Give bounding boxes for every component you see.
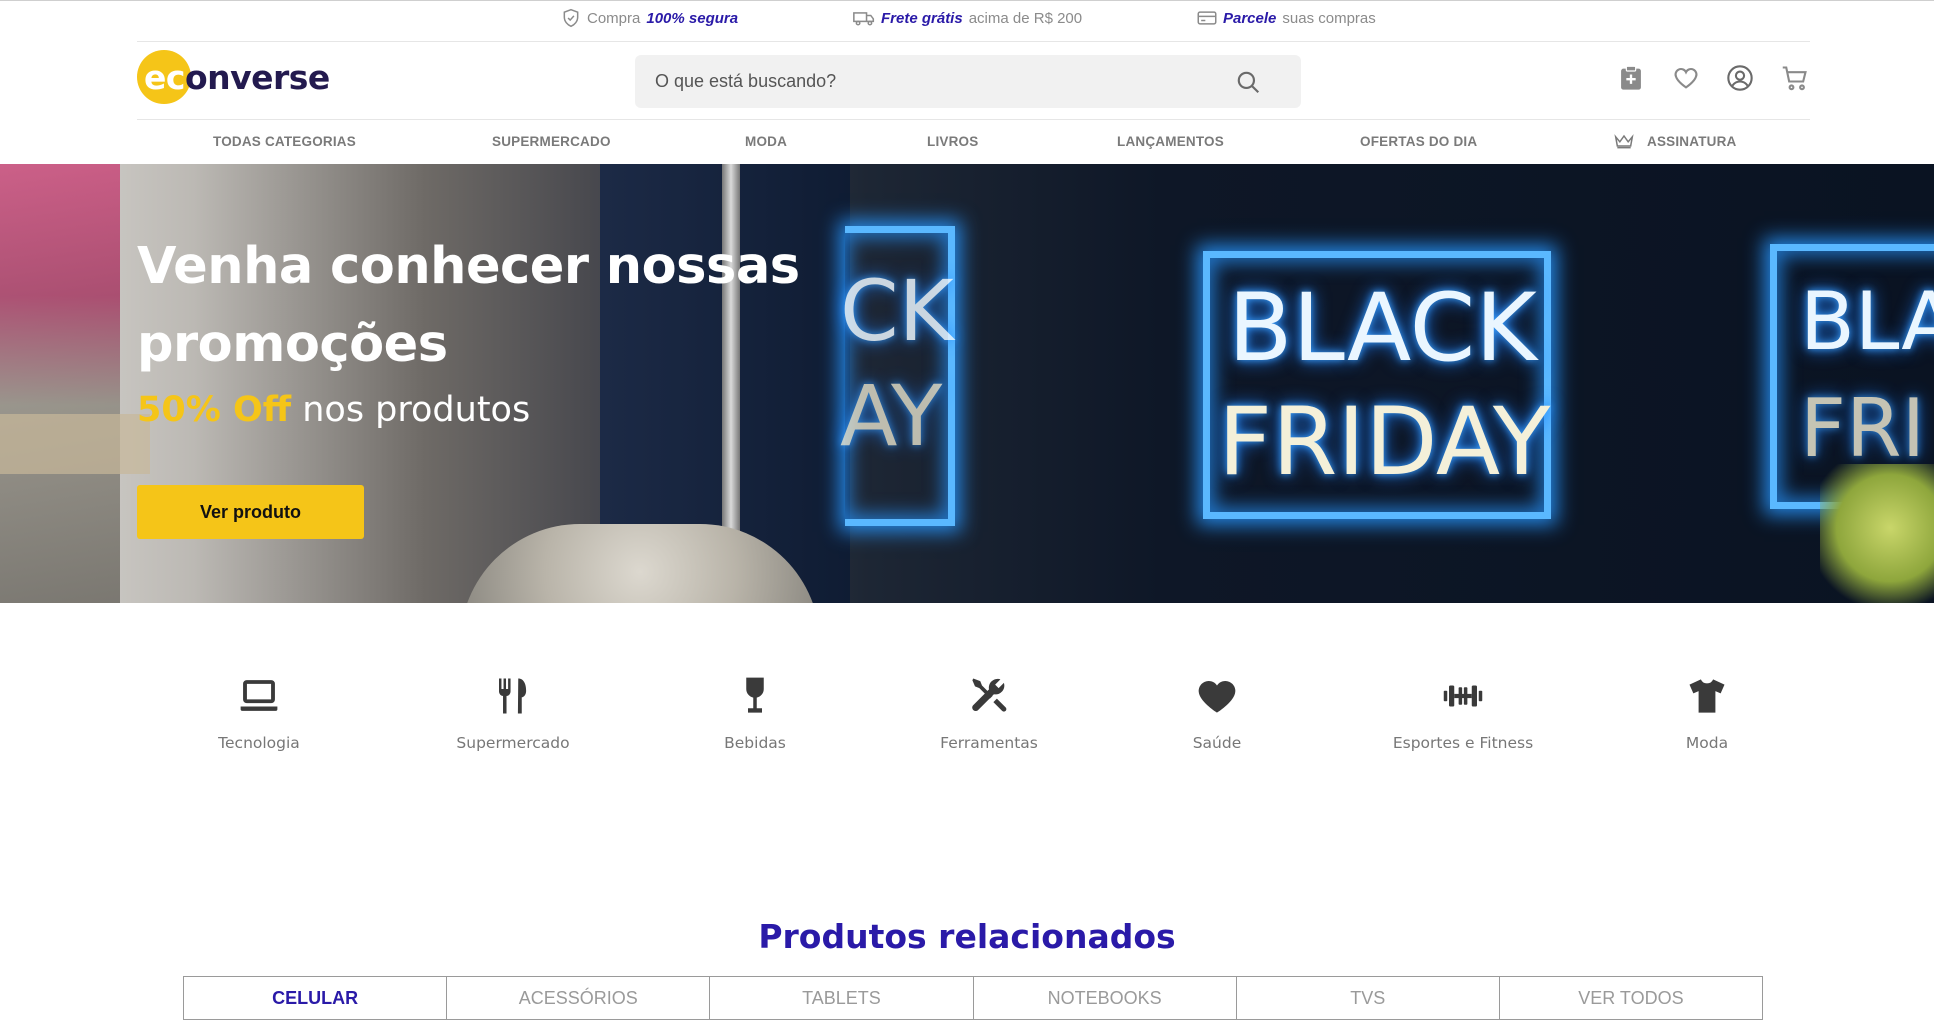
category-label: Esportes e Fitness	[1392, 734, 1534, 752]
nav-item-subscription[interactable]: ASSINATURA	[1647, 134, 1737, 149]
nav-item-all-categories[interactable]: TODAS CATEGORIAS	[213, 134, 356, 149]
reflected-sign-text-1: CK	[840, 262, 954, 360]
laptop-icon	[240, 680, 278, 711]
tab-ver-todos[interactable]: VER TODOS	[1498, 976, 1764, 1020]
shield-check-icon	[563, 8, 579, 28]
category-drinks[interactable]: Bebidas	[655, 670, 855, 752]
tab-celular[interactable]: CELULAR	[183, 976, 448, 1020]
neon-black-text: BLACK	[1228, 274, 1537, 383]
dumbbell-icon	[1443, 685, 1483, 707]
shipping-suffix: acima de R$ 200	[968, 9, 1083, 27]
search-icon[interactable]	[1235, 69, 1261, 95]
related-products-title: Produtos relacionados	[758, 917, 1176, 956]
category-label: Ferramentas	[940, 734, 1038, 752]
wine-glass-icon	[746, 677, 764, 713]
tab-tvs[interactable]: TVS	[1235, 976, 1500, 1020]
logo-ec: ec	[144, 58, 185, 97]
tab-tablets[interactable]: TABLETS	[709, 976, 974, 1020]
secure-highlight: 100% segura	[646, 9, 739, 27]
secure-prefix: Compra	[587, 9, 641, 27]
view-product-button[interactable]: Ver produto	[137, 485, 364, 539]
nav-item-books[interactable]: LIVROS	[927, 134, 978, 149]
partial-sign-text-2: FRI	[1800, 382, 1926, 475]
category-fashion[interactable]: Moda	[1607, 670, 1807, 752]
user-account-icon[interactable]	[1726, 64, 1754, 92]
reflected-sign-text-2: AY	[840, 367, 943, 465]
neon-friday-text: FRIDAY	[1218, 388, 1551, 497]
logo-text: econverse	[137, 58, 330, 97]
category-health[interactable]: Saúde	[1117, 670, 1317, 752]
nav-item-fashion[interactable]: MODA	[745, 134, 787, 149]
category-tools[interactable]: Ferramentas	[889, 670, 1089, 752]
installments-info: Parcele suas compras	[1197, 0, 1376, 36]
category-label: Tecnologia	[218, 734, 300, 752]
nav-item-supermarket[interactable]: SUPERMERCADO	[492, 134, 611, 149]
nav-item-daily-offers[interactable]: OFERTAS DO DIA	[1360, 134, 1477, 149]
hero-title: Venha conhecer nossas promoções	[137, 237, 800, 374]
heart-icon	[1198, 680, 1236, 713]
secure-purchase-info: Compra 100% segura	[561, 0, 738, 36]
nav-item-launches[interactable]: LANÇAMENTOS	[1117, 134, 1224, 149]
econverse-logo[interactable]: econverse	[137, 50, 330, 105]
logo-rest: onverse	[184, 58, 330, 97]
category-label: Supermercado	[456, 734, 570, 752]
top-info-bar-inner: Compra 100% segura Frete grátis acima de…	[137, 0, 1810, 42]
main-navigation: TODAS CATEGORIAS SUPERMERCADO MODA LIVRO…	[0, 120, 1934, 164]
shopping-cart-icon[interactable]	[1781, 64, 1809, 92]
truck-icon	[853, 12, 875, 26]
shipping-highlight: Frete grátis	[881, 9, 963, 27]
search-input[interactable]	[655, 71, 1215, 92]
category-technology[interactable]: Tecnologia	[159, 670, 359, 752]
hero-subtitle: 50% Off nos produtos	[137, 390, 530, 430]
category-sports-fitness[interactable]: Esportes e Fitness	[1363, 670, 1563, 752]
category-label: Moda	[1685, 734, 1729, 752]
credit-card-icon	[1197, 11, 1217, 25]
tools-icon	[972, 678, 1007, 712]
hero-subtitle-rest: nos produtos	[302, 390, 531, 430]
crown-icon	[1614, 134, 1634, 149]
hero-bg-wall	[0, 164, 120, 603]
installments-highlight: Parcele	[1223, 9, 1277, 27]
partial-sign-text-1: BLA	[1800, 275, 1934, 368]
top-info-bar: Compra 100% segura Frete grátis acima de…	[0, 0, 1934, 42]
tab-notebooks[interactable]: NOTEBOOKS	[972, 976, 1237, 1020]
tab-acessorios[interactable]: ACESSÓRIOS	[446, 976, 711, 1020]
related-products-tabs: CELULAR ACESSÓRIOS TABLETS NOTEBOOKS TVS…	[183, 976, 1764, 1020]
wishlist-heart-icon[interactable]	[1672, 64, 1700, 92]
hero-discount: 50% Off	[137, 390, 292, 430]
free-shipping-info: Frete grátis acima de R$ 200	[853, 0, 1082, 36]
search-bar	[635, 55, 1301, 108]
category-supermarket[interactable]: Supermercado	[413, 670, 613, 752]
installments-suffix: suas compras	[1282, 9, 1376, 27]
orders-clipboard-icon[interactable]	[1617, 64, 1645, 92]
decorative-plant	[1820, 464, 1934, 603]
hero-bg-shelf	[0, 414, 150, 474]
fork-knife-icon	[498, 678, 527, 714]
category-label: Saúde	[1192, 734, 1242, 752]
tshirt-icon	[1689, 679, 1725, 713]
category-label: Bebidas	[724, 734, 786, 752]
